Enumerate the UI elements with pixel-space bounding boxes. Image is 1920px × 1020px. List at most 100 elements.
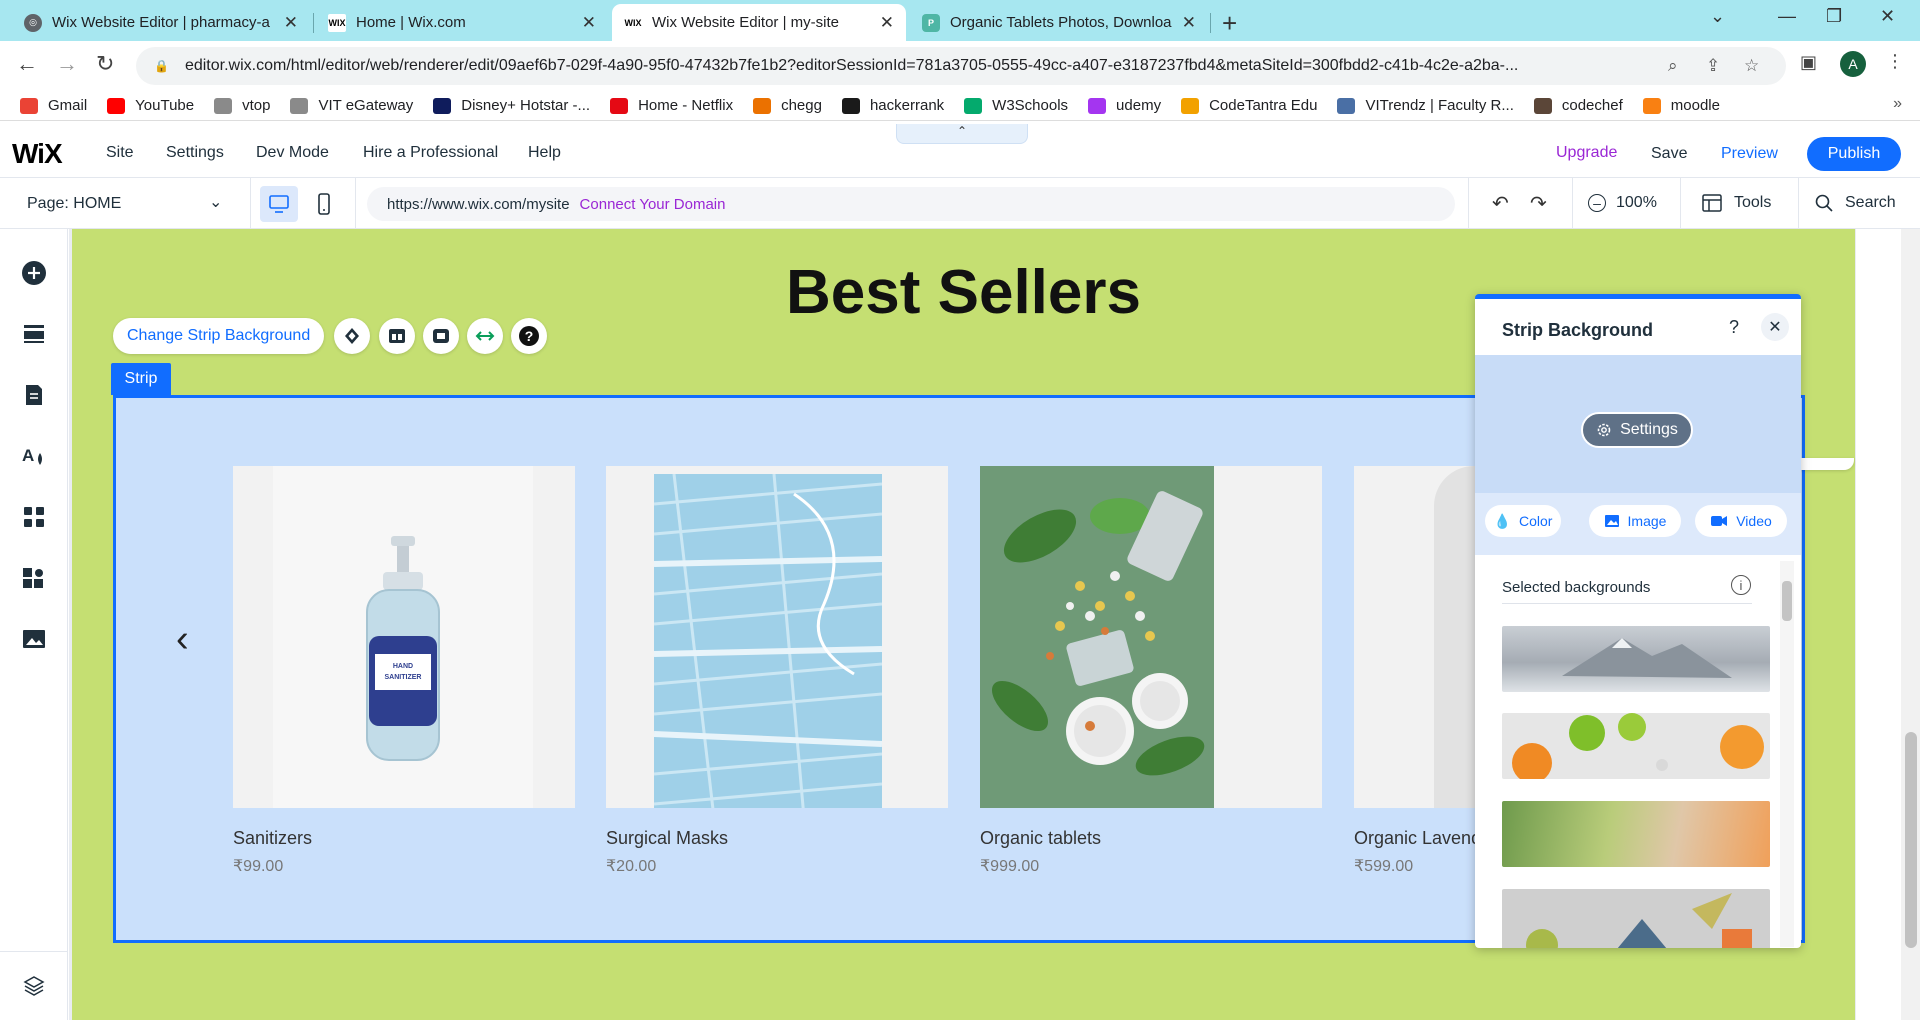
minimize-icon[interactable]: — (1778, 6, 1796, 27)
chevron-left-icon[interactable]: ‹ (176, 618, 189, 661)
bookmark-item[interactable]: hackerrank (841, 97, 944, 114)
bookmark-item[interactable]: W3Schools (964, 97, 1068, 114)
image-tab[interactable]: Image (1589, 505, 1681, 537)
undo-icon[interactable]: ↶ (1492, 191, 1509, 216)
scroll-thumb[interactable] (1905, 732, 1917, 948)
background-settings-button[interactable]: Settings (1581, 412, 1693, 448)
close-tab-icon[interactable]: ✕ (284, 13, 298, 33)
bookmark-item[interactable]: chegg (753, 97, 822, 114)
add-section-icon[interactable] (20, 320, 48, 348)
layers-icon[interactable] (20, 972, 48, 1000)
video-tab[interactable]: Video (1695, 505, 1787, 537)
help-icon[interactable]: ? (511, 318, 547, 354)
add-elements-icon[interactable] (20, 259, 48, 287)
bookmark-item[interactable]: Home - Netflix (610, 97, 733, 114)
bookmark-item[interactable]: codechef (1533, 97, 1623, 114)
info-icon[interactable]: i (1731, 575, 1751, 595)
app-market-icon[interactable] (20, 503, 48, 531)
bookmark-item[interactable]: VITrendz | Faculty R... (1337, 97, 1514, 114)
desktop-view-button[interactable] (260, 186, 298, 222)
vit-icon (290, 97, 309, 114)
menu-settings[interactable]: Settings (166, 144, 224, 162)
menu-hire-professional[interactable]: Hire a Professional (363, 144, 498, 162)
page-scrollbar[interactable] (1901, 229, 1920, 1020)
back-icon[interactable]: ← (16, 51, 38, 77)
browser-tab[interactable]: ◎ Wix Website Editor | pharmacy-a ✕ (12, 4, 310, 41)
strip-layout-icon[interactable] (379, 318, 415, 354)
strip-tag[interactable]: Strip (111, 363, 171, 395)
bookmark-item[interactable]: udemy (1088, 97, 1161, 114)
preview-button[interactable]: Preview (1721, 145, 1778, 163)
restore-icon[interactable]: ❐ (1826, 6, 1842, 27)
panel-scrollbar[interactable] (1780, 561, 1794, 947)
side-panel-icon[interactable]: ▣ (1800, 52, 1817, 73)
product-image[interactable] (980, 466, 1322, 808)
mobile-view-button[interactable] (305, 186, 343, 222)
site-url-bar[interactable]: https://www.wix.com/mysite Connect Your … (367, 187, 1455, 221)
zoom-lens-icon[interactable]: ⌕ (1668, 56, 1678, 76)
reload-icon[interactable]: ↻ (96, 51, 114, 77)
change-strip-background-button[interactable]: Change Strip Background (113, 318, 325, 354)
profile-avatar[interactable]: A (1840, 51, 1866, 77)
product-image[interactable] (606, 466, 948, 808)
browser-tab-active[interactable]: WIX Wix Website Editor | my-site ✕ (612, 4, 906, 41)
background-thumbnail[interactable] (1502, 713, 1770, 779)
share-icon[interactable]: ⇪ (1706, 56, 1720, 76)
collapse-top-bar-icon[interactable]: ⌃ (896, 124, 1028, 144)
zoom-control[interactable]: – 100% (1588, 194, 1657, 212)
site-design-icon[interactable]: A (20, 442, 48, 470)
strip-animation-icon[interactable] (334, 318, 370, 354)
browser-menu-icon[interactable]: ⋮ (1886, 51, 1904, 72)
menu-help[interactable]: Help (528, 144, 561, 162)
scroll-thumb[interactable] (1782, 581, 1792, 621)
menu-dev-mode[interactable]: Dev Mode (256, 144, 329, 162)
url-text[interactable]: editor.wix.com/html/editor/web/renderer/… (185, 57, 1665, 75)
menu-site[interactable]: Site (106, 144, 134, 162)
close-icon[interactable]: ✕ (1761, 313, 1789, 341)
bookmark-item[interactable]: Disney+ Hotstar -... (433, 97, 590, 114)
color-tab[interactable]: 💧 Color (1485, 505, 1561, 537)
chevron-down-icon[interactable]: ⌄ (209, 192, 222, 212)
new-tab-icon[interactable]: + (1222, 8, 1237, 39)
business-apps-icon[interactable] (20, 564, 48, 592)
browser-tab[interactable]: WIX Home | Wix.com ✕ (316, 4, 608, 41)
save-button[interactable]: Save (1651, 145, 1687, 163)
bookmark-item[interactable]: CodeTantra Edu (1181, 97, 1317, 114)
upgrade-link[interactable]: Upgrade (1556, 144, 1617, 162)
bookmark-item[interactable]: Gmail (20, 97, 87, 114)
bookmark-star-icon[interactable]: ☆ (1744, 56, 1759, 76)
search-button[interactable]: Search (1815, 194, 1896, 212)
lock-icon[interactable]: 🔒 (154, 59, 169, 73)
background-thumbnail[interactable] (1502, 801, 1770, 867)
tab-search-icon[interactable]: ⌄ (1710, 6, 1725, 27)
browser-tab[interactable]: P Organic Tablets Photos, Downloa ✕ (910, 4, 1208, 41)
bookmark-label: udemy (1116, 97, 1162, 114)
pages-menu-icon[interactable] (20, 381, 48, 409)
vitrendz-icon (1337, 97, 1356, 114)
stretch-icon[interactable] (467, 318, 503, 354)
bookmark-item[interactable]: vtop (214, 97, 270, 114)
address-bar[interactable]: 🔒 editor.wix.com/html/editor/web/rendere… (136, 47, 1786, 85)
wix-logo[interactable]: WiX (12, 138, 63, 170)
bookmark-item[interactable]: YouTube (107, 97, 194, 114)
more-bookmarks-icon[interactable]: » (1893, 95, 1902, 113)
close-tab-icon[interactable]: ✕ (1182, 13, 1196, 33)
bookmark-item[interactable]: moodle (1642, 97, 1720, 114)
connect-domain-link[interactable]: Connect Your Domain (580, 196, 726, 213)
close-window-icon[interactable]: ✕ (1880, 6, 1895, 27)
background-thumbnail[interactable] (1502, 626, 1770, 692)
media-icon[interactable] (20, 625, 48, 653)
background-thumbnail[interactable] (1502, 889, 1770, 948)
redo-icon[interactable]: ↷ (1530, 191, 1547, 216)
page-selector[interactable]: Page: HOME (27, 195, 121, 213)
product-price: ₹99.00 (233, 858, 284, 875)
publish-button[interactable]: Publish (1807, 137, 1901, 171)
close-tab-icon[interactable]: ✕ (582, 13, 596, 33)
tools-button[interactable]: Tools (1702, 194, 1771, 212)
bookmark-item[interactable]: VIT eGateway (290, 97, 413, 114)
close-tab-icon[interactable]: ✕ (880, 13, 894, 33)
panel-help-icon[interactable]: ? (1729, 317, 1739, 338)
product-image[interactable]: HAND SANITIZER (233, 466, 575, 808)
strip-settings-icon[interactable] (423, 318, 459, 354)
forward-icon[interactable]: → (56, 51, 78, 77)
